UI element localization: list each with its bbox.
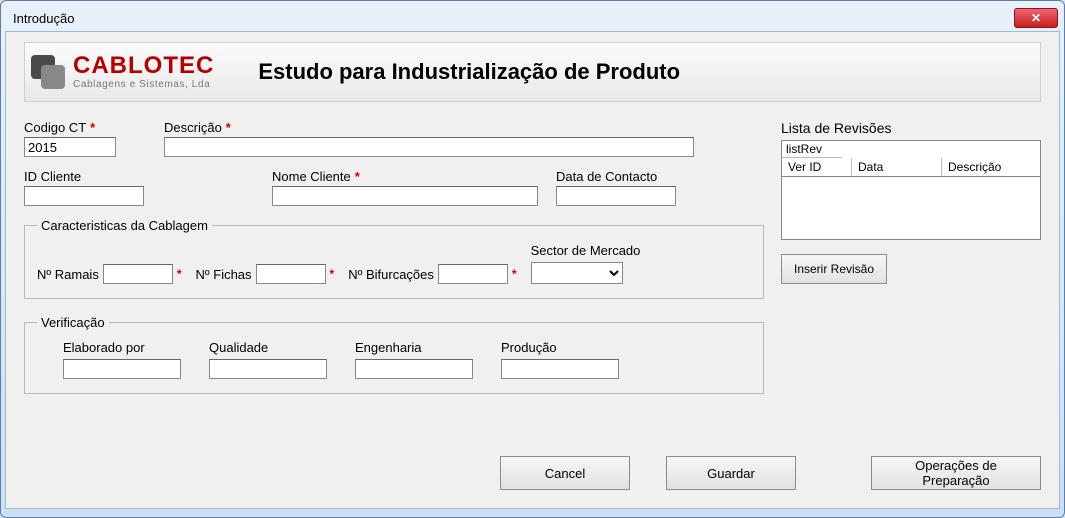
bottom-buttons: Cancel Guardar Operações de Preparação [24, 456, 1041, 490]
field-elaborado: Elaborado por [63, 340, 181, 379]
input-producao[interactable] [501, 359, 619, 379]
revisions-list[interactable]: listRev Ver ID Data Descrição [781, 140, 1041, 240]
input-qualidade[interactable] [209, 359, 327, 379]
input-id-cliente[interactable] [24, 186, 144, 206]
insert-revision-wrap: Inserir Revisão [781, 254, 1041, 284]
field-n-fichas: Nº Fichas * [196, 264, 335, 284]
window-controls: ✕ [1014, 8, 1060, 28]
col-descricao: Descrição [942, 158, 1040, 176]
required-marker: * [90, 120, 95, 135]
label-elaborado: Elaborado por [63, 340, 181, 355]
logo-name: CABLOTEC [73, 54, 214, 78]
label-engenharia: Engenharia [355, 340, 473, 355]
field-qualidade: Qualidade [209, 340, 327, 379]
insert-revision-button[interactable]: Inserir Revisão [781, 254, 887, 284]
input-nome-cliente[interactable] [272, 186, 538, 206]
field-descricao: Descrição * [164, 120, 694, 157]
operacoes-button[interactable]: Operações de Preparação [871, 456, 1041, 490]
field-nome-cliente: Nome Cliente * [272, 169, 538, 206]
verificacao-row: Elaborado por Qualidade Engenharia [37, 340, 751, 379]
group-verificacao: Verificação Elaborado por Qualidade Enge… [24, 315, 764, 394]
label-sector: Sector de Mercado [531, 243, 641, 258]
right-column: Lista de Revisões listRev Ver ID Data De… [781, 120, 1041, 284]
cancel-button[interactable]: Cancel [500, 456, 630, 490]
label-codigo-ct: Codigo CT * [24, 120, 116, 135]
row-cliente: ID Cliente Nome Cliente * Data de Contac… [24, 169, 764, 206]
close-icon: ✕ [1031, 11, 1041, 25]
window-frame: Introdução ✕ CABLOTEC Cablagens e Sistem… [0, 0, 1065, 518]
logo-text: CABLOTEC Cablagens e Sistemas, Lda [73, 54, 214, 90]
field-id-cliente: ID Cliente [24, 169, 144, 206]
label-producao: Produção [501, 340, 619, 355]
logo: CABLOTEC Cablagens e Sistemas, Lda [31, 54, 214, 90]
logo-sub: Cablagens e Sistemas, Lda [73, 80, 214, 90]
label-nome-cliente-text: Nome Cliente [272, 169, 351, 184]
label-n-fichas: Nº Fichas [196, 267, 252, 282]
left-column: Codigo CT * Descrição * [24, 120, 764, 394]
field-codigo-ct: Codigo CT * [24, 120, 116, 157]
legend-verificacao: Verificação [37, 315, 109, 330]
label-codigo-ct-text: Codigo CT [24, 120, 86, 135]
col-data: Data [852, 158, 942, 176]
label-nome-cliente: Nome Cliente * [272, 169, 538, 184]
label-qualidade: Qualidade [209, 340, 327, 355]
input-n-fichas[interactable] [256, 264, 326, 284]
select-sector[interactable] [531, 262, 623, 284]
main-area: Codigo CT * Descrição * [24, 120, 1041, 394]
input-codigo-ct[interactable] [24, 137, 116, 157]
input-elaborado[interactable] [63, 359, 181, 379]
page-title: Estudo para Industrialização de Produto [238, 59, 1034, 85]
input-descricao[interactable] [164, 137, 694, 157]
header: CABLOTEC Cablagens e Sistemas, Lda Estud… [24, 42, 1041, 102]
revisions-columns: Ver ID Data Descrição [782, 158, 1040, 177]
field-n-bifurcacoes: Nº Bifurcações * [348, 264, 516, 284]
label-n-ramais: Nº Ramais [37, 267, 99, 282]
revisions-body [782, 177, 1040, 239]
revisions-title: Lista de Revisões [781, 120, 1041, 136]
logo-icon [31, 55, 65, 89]
input-n-bifurcacoes[interactable] [438, 264, 508, 284]
label-id-cliente: ID Cliente [24, 169, 144, 184]
close-button[interactable]: ✕ [1014, 8, 1058, 28]
window-body: CABLOTEC Cablagens e Sistemas, Lda Estud… [5, 31, 1060, 509]
label-n-bifurcacoes: Nº Bifurcações [348, 267, 434, 282]
required-marker: * [177, 267, 182, 281]
window-title: Introdução [13, 11, 1014, 26]
cablagem-row: Nº Ramais * Nº Fichas * Nº Bifurcações [37, 243, 751, 284]
field-data-contacto: Data de Contacto [556, 169, 676, 206]
label-descricao-text: Descrição [164, 120, 222, 135]
col-ver-id: Ver ID [782, 158, 852, 176]
legend-cablagem: Caracteristicas da Cablagem [37, 218, 212, 233]
guardar-button[interactable]: Guardar [666, 456, 796, 490]
input-n-ramais[interactable] [103, 264, 173, 284]
input-data-contacto[interactable] [556, 186, 676, 206]
label-descricao: Descrição * [164, 120, 694, 135]
titlebar: Introdução ✕ [5, 5, 1060, 31]
field-producao: Produção [501, 340, 619, 379]
field-engenharia: Engenharia [355, 340, 473, 379]
group-cablagem: Caracteristicas da Cablagem Nº Ramais * … [24, 218, 764, 299]
required-marker: * [512, 267, 517, 281]
label-data-contacto: Data de Contacto [556, 169, 676, 184]
field-sector: Sector de Mercado [531, 243, 641, 284]
input-engenharia[interactable] [355, 359, 473, 379]
required-marker: * [226, 120, 231, 135]
required-marker: * [355, 169, 360, 184]
row-codigo-descricao: Codigo CT * Descrição * [24, 120, 764, 157]
required-marker: * [330, 267, 335, 281]
field-n-ramais: Nº Ramais * [37, 264, 182, 284]
revisions-listhead: listRev [782, 141, 842, 158]
